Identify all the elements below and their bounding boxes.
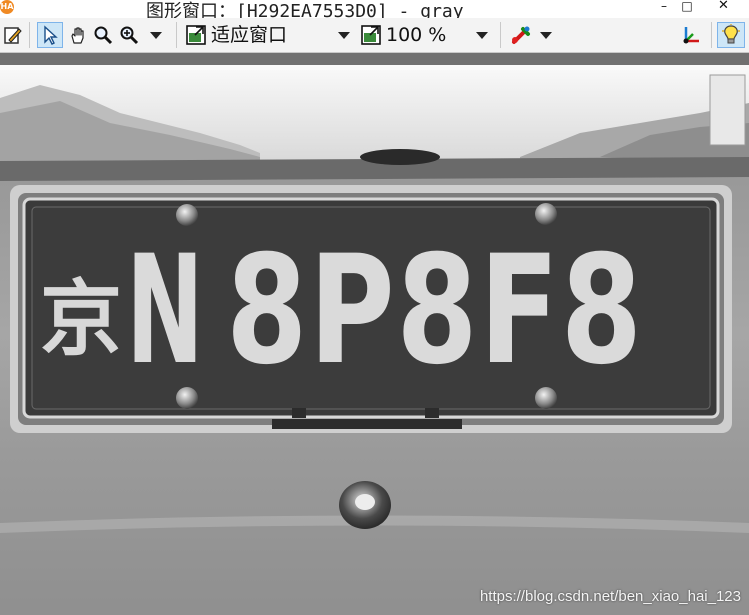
graphics-toolbar: 适应窗口 100 % [0, 18, 749, 53]
color-picker-icon[interactable] [508, 22, 534, 48]
image-display-area[interactable]: 京 N 8P8F8 https://blog.csdn.net/ben_xiao… [0, 53, 749, 615]
window-title: 图形窗口：[H292EA7553D0] - gray [146, 1, 464, 18]
zoom-in-icon[interactable] [117, 22, 141, 48]
zoom-tool-dropdown-caret[interactable] [148, 22, 164, 48]
pointer-icon[interactable] [37, 22, 63, 48]
zoom-level-dropdown-caret[interactable] [474, 22, 490, 48]
title-bar: HA 图形窗口：[H292EA7553D0] - gray – □ ✕ [0, 0, 749, 18]
csdn-watermark: https://blog.csdn.net/ben_xiao_hai_123 [479, 588, 741, 605]
lightbulb-icon[interactable] [717, 22, 745, 48]
zoom-level-icon[interactable] [359, 22, 383, 48]
plate-screw [535, 203, 557, 225]
maximize-button[interactable]: □ [673, 0, 701, 14]
plate-characters: 京 N 8P8F8 [40, 224, 700, 398]
toolbar-separator [500, 22, 501, 48]
close-button[interactable]: ✕ [698, 0, 749, 14]
plate-screw [176, 204, 198, 226]
fit-window-label[interactable]: 适应窗口 [211, 23, 287, 47]
hand-pan-icon[interactable] [66, 22, 90, 48]
toolbar-separator [29, 22, 30, 48]
fit-window-dropdown-caret[interactable] [336, 22, 352, 48]
halcon-app-icon: HA [0, 0, 14, 14]
plate-serial-number: 8P8F8 [226, 224, 644, 398]
toolbar-separator [711, 22, 712, 48]
zoom-level-value[interactable]: 100 % [386, 23, 446, 47]
fit-window-icon[interactable] [184, 22, 208, 48]
plate-province-character: 京 [40, 271, 123, 367]
toolbar-separator [176, 22, 177, 48]
magnifier-icon[interactable] [92, 22, 114, 48]
plate-region-letter: N [126, 224, 204, 398]
color-dropdown-caret[interactable] [538, 22, 554, 48]
axes-icon[interactable] [678, 22, 704, 48]
edit-icon[interactable] [2, 22, 24, 48]
